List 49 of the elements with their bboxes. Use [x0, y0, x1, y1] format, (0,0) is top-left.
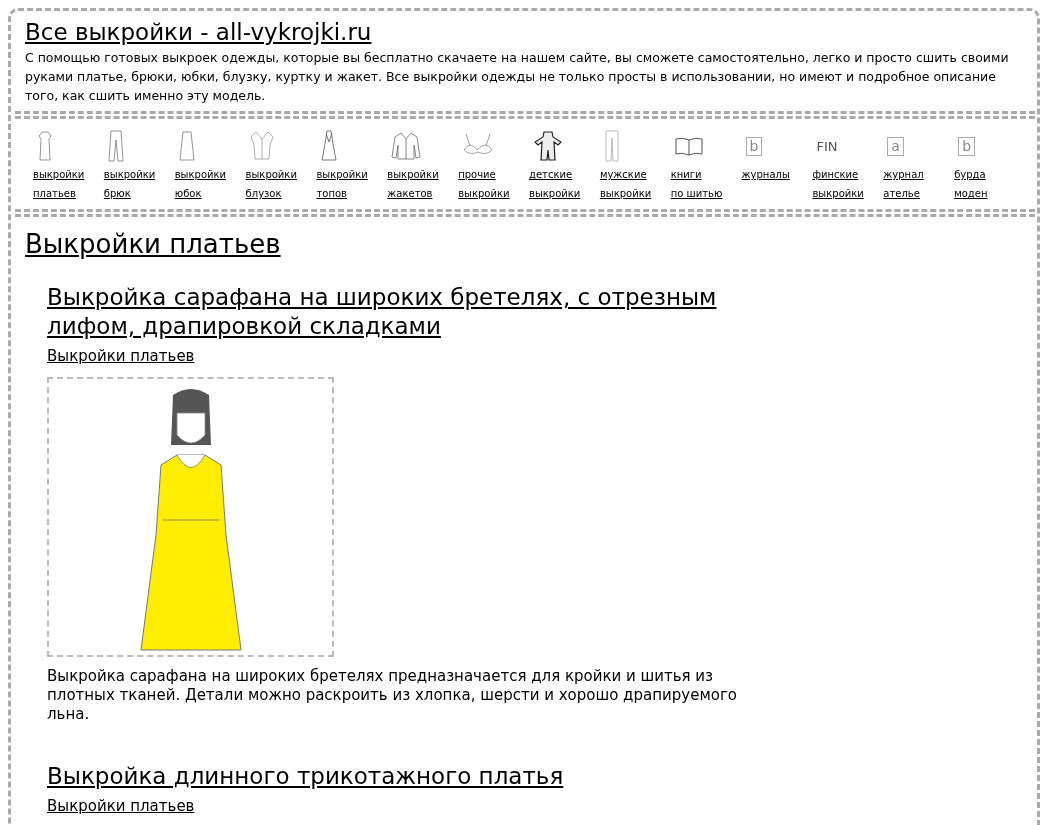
category-link[interactable]: моден: [954, 184, 988, 203]
dress-icon[interactable]: [37, 131, 53, 161]
category-link[interactable]: бурда: [954, 165, 986, 184]
category-link[interactable]: выкройки: [33, 165, 85, 184]
category-link[interactable]: выкройки: [458, 184, 510, 203]
blouse-icon[interactable]: [249, 131, 274, 161]
category-link[interactable]: мужские: [599, 165, 647, 184]
magazine-icon[interactable]: b: [958, 136, 976, 156]
open-book-icon[interactable]: [674, 136, 703, 156]
article-title-link[interactable]: Выкройка сарафана на широких бретелях, с отрезным лифом, драпировкой складками: [47, 283, 767, 341]
category-link[interactable]: детские: [529, 165, 573, 184]
category-link[interactable]: выкройки: [174, 165, 227, 184]
site-title-link[interactable]: Все выкройки - all-vykrojki.ru: [25, 19, 372, 45]
category-link[interactable]: финские: [812, 165, 859, 184]
category-link[interactable]: выкройки: [245, 165, 297, 184]
skirt-icon[interactable]: [178, 131, 195, 161]
category-link[interactable]: брюк: [103, 184, 131, 203]
category-link[interactable]: платьев: [33, 184, 76, 203]
category-link[interactable]: журнал: [883, 165, 924, 184]
jacket-icon[interactable]: [391, 131, 422, 161]
category-link[interactable]: выкройки: [316, 165, 368, 184]
magazine-icon[interactable]: b: [745, 136, 763, 156]
fin-icon[interactable]: FIN: [816, 138, 838, 154]
category-link[interactable]: выкройки: [387, 165, 439, 184]
category-link[interactable]: выкройки: [529, 184, 581, 203]
category-link[interactable]: журналы: [741, 165, 790, 184]
section-heading: Выкройки платьев: [25, 229, 282, 259]
category-link[interactable]: блузок: [245, 184, 282, 203]
category-link[interactable]: книги: [670, 165, 702, 184]
category-link[interactable]: ателье: [883, 184, 920, 203]
category-link[interactable]: по шитью: [670, 184, 723, 203]
trousers-icon[interactable]: [107, 130, 124, 162]
category-link[interactable]: Выкройки платьев: [47, 797, 195, 815]
article-title-link[interactable]: Выкройка длинного трикотажного платья: [47, 762, 767, 791]
category-link[interactable]: юбок: [174, 184, 202, 203]
magazine-icon[interactable]: a: [887, 136, 904, 156]
category-link[interactable]: прочие: [458, 165, 496, 184]
article-text: Выкройка сарафана на широких бретелях предназначается для кройки и шитья из плотных тканей. Детали можно раскроить из хлопка, шерсти и хорошо драпируемого льна.: [47, 667, 738, 724]
category-link[interactable]: топов: [316, 184, 347, 203]
category-link[interactable]: жакетов: [387, 184, 433, 203]
category-link[interactable]: выкройки: [103, 165, 156, 184]
top-icon[interactable]: [320, 130, 339, 162]
trousers-icon[interactable]: [603, 130, 620, 162]
category-link[interactable]: выкройки: [599, 184, 652, 203]
child-overalls-icon[interactable]: [533, 130, 563, 162]
category-link[interactable]: Выкройки платьев: [47, 347, 195, 365]
dress-illustration[interactable]: [47, 377, 334, 657]
category-link[interactable]: выкройки: [812, 184, 864, 203]
site-description: С помощью готовых выкроек одежды, которые вы бесплатно скачаете на нашем сайте, вы сможете самостоятельно, легко и просто сшить своими руками платье, брюки, юбки, блузку, куртку и жакет. Все выкройки одежды не только просты в использовании, но имеют и подробное описание того, как сшить именно эту модель.: [25, 49, 1010, 105]
